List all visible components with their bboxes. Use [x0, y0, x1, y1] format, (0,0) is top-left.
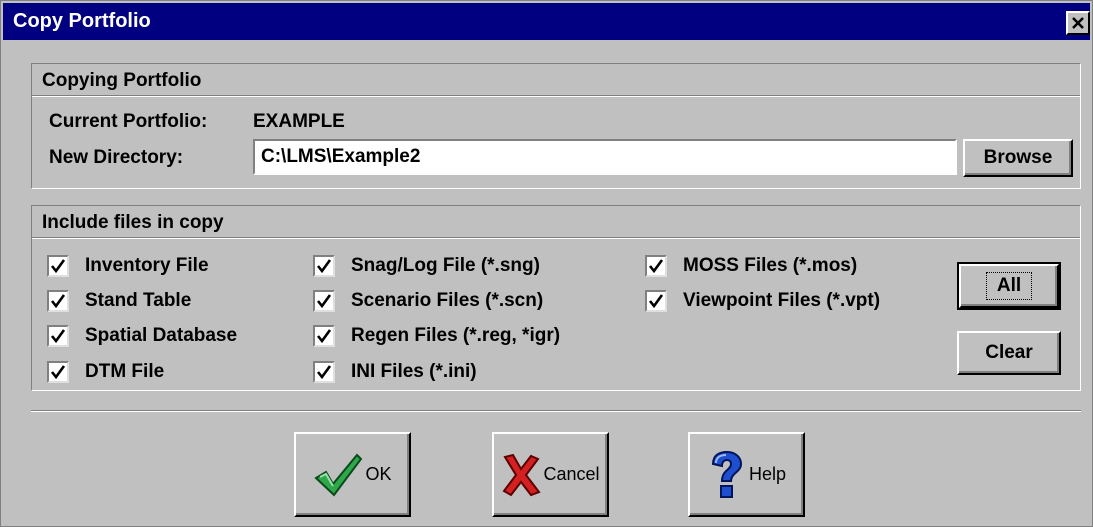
red-x-icon	[503, 453, 542, 496]
checkmark-icon	[50, 365, 66, 380]
help-button[interactable]: Help	[688, 432, 805, 517]
checkbox-stand-table[interactable]: Stand Table	[47, 290, 191, 312]
ok-button[interactable]: OK	[294, 432, 411, 517]
checkmark-icon	[648, 259, 664, 274]
include-files-title: Include files in copy	[42, 212, 224, 233]
clear-button-label: Clear	[985, 342, 1033, 363]
checkmark-icon	[316, 329, 332, 344]
checkbox-box[interactable]	[645, 290, 667, 312]
checkmark-icon	[50, 329, 66, 344]
copying-portfolio-header: Copying Portfolio	[32, 64, 1080, 96]
checkbox-label: Snag/Log File (*.sng)	[351, 255, 540, 276]
checkbox-dtm-file[interactable]: DTM File	[47, 361, 164, 383]
checkbox-label: Scenario Files (*.scn)	[351, 290, 544, 311]
help-button-label: Help	[748, 464, 787, 484]
checkbox-label: INI Files (*.ini)	[351, 361, 477, 382]
checkbox-snag-log-file[interactable]: Snag/Log File (*.sng)	[313, 255, 540, 277]
clear-button[interactable]: Clear	[957, 331, 1061, 375]
ok-button-label: OK	[365, 464, 392, 484]
checkbox-box[interactable]	[313, 325, 335, 347]
checkbox-label: MOSS Files (*.mos)	[683, 255, 858, 276]
checkmark-icon	[50, 294, 66, 309]
checkbox-regen-files[interactable]: Regen Files (*.reg, *igr)	[313, 325, 560, 347]
cancel-button[interactable]: Cancel	[492, 432, 609, 517]
copy-portfolio-dialog: Copy Portfolio Copying Portfolio Current…	[0, 0, 1093, 527]
copying-portfolio-title: Copying Portfolio	[42, 70, 202, 91]
new-directory-input[interactable]	[253, 139, 957, 175]
checkbox-label: Spatial Database	[85, 325, 238, 346]
checkbox-box[interactable]	[313, 290, 335, 312]
browse-button-label: Browse	[983, 147, 1053, 168]
separator-line	[31, 410, 1081, 412]
checkbox-box[interactable]	[47, 361, 69, 383]
current-portfolio-label: Current Portfolio:	[49, 111, 208, 132]
checkbox-box[interactable]	[313, 255, 335, 277]
checkbox-label: Regen Files (*.reg, *igr)	[351, 325, 561, 346]
checkmark-icon	[316, 365, 332, 380]
all-button-label: All	[985, 272, 1033, 300]
checkmark-icon	[50, 259, 66, 274]
close-button[interactable]	[1066, 11, 1090, 35]
checkmark-icon	[316, 259, 332, 274]
checkbox-viewpoint-files[interactable]: Viewpoint Files (*.vpt)	[645, 290, 880, 312]
checkbox-box[interactable]	[645, 255, 667, 277]
title-bar: Copy Portfolio	[3, 3, 1090, 40]
checkbox-spatial-database[interactable]: Spatial Database	[47, 325, 237, 347]
checkbox-label: Inventory File	[85, 255, 209, 276]
browse-button[interactable]: Browse	[963, 139, 1073, 177]
checkbox-box[interactable]	[313, 361, 335, 383]
cancel-button-label: Cancel	[543, 464, 600, 484]
checkbox-box[interactable]	[47, 255, 69, 277]
checkbox-ini-files[interactable]: INI Files (*.ini)	[313, 361, 477, 383]
window-title: Copy Portfolio	[13, 10, 151, 32]
green-check-icon	[314, 453, 363, 496]
blue-question-icon	[711, 450, 742, 498]
checkbox-moss-files[interactable]: MOSS Files (*.mos)	[645, 255, 857, 277]
all-button[interactable]: All	[957, 262, 1061, 310]
new-directory-label: New Directory:	[49, 147, 184, 168]
current-portfolio-value: EXAMPLE	[253, 111, 345, 132]
checkmark-icon	[648, 294, 664, 309]
close-icon	[1072, 17, 1084, 29]
checkbox-box[interactable]	[47, 290, 69, 312]
include-files-header: Include files in copy	[32, 206, 1080, 238]
checkbox-label: DTM File	[85, 361, 165, 382]
checkbox-label: Viewpoint Files (*.vpt)	[683, 290, 881, 311]
checkbox-label: Stand Table	[85, 290, 192, 311]
checkbox-inventory-file[interactable]: Inventory File	[47, 255, 209, 277]
checkbox-box[interactable]	[47, 325, 69, 347]
checkmark-icon	[316, 294, 332, 309]
checkbox-scenario-files[interactable]: Scenario Files (*.scn)	[313, 290, 543, 312]
